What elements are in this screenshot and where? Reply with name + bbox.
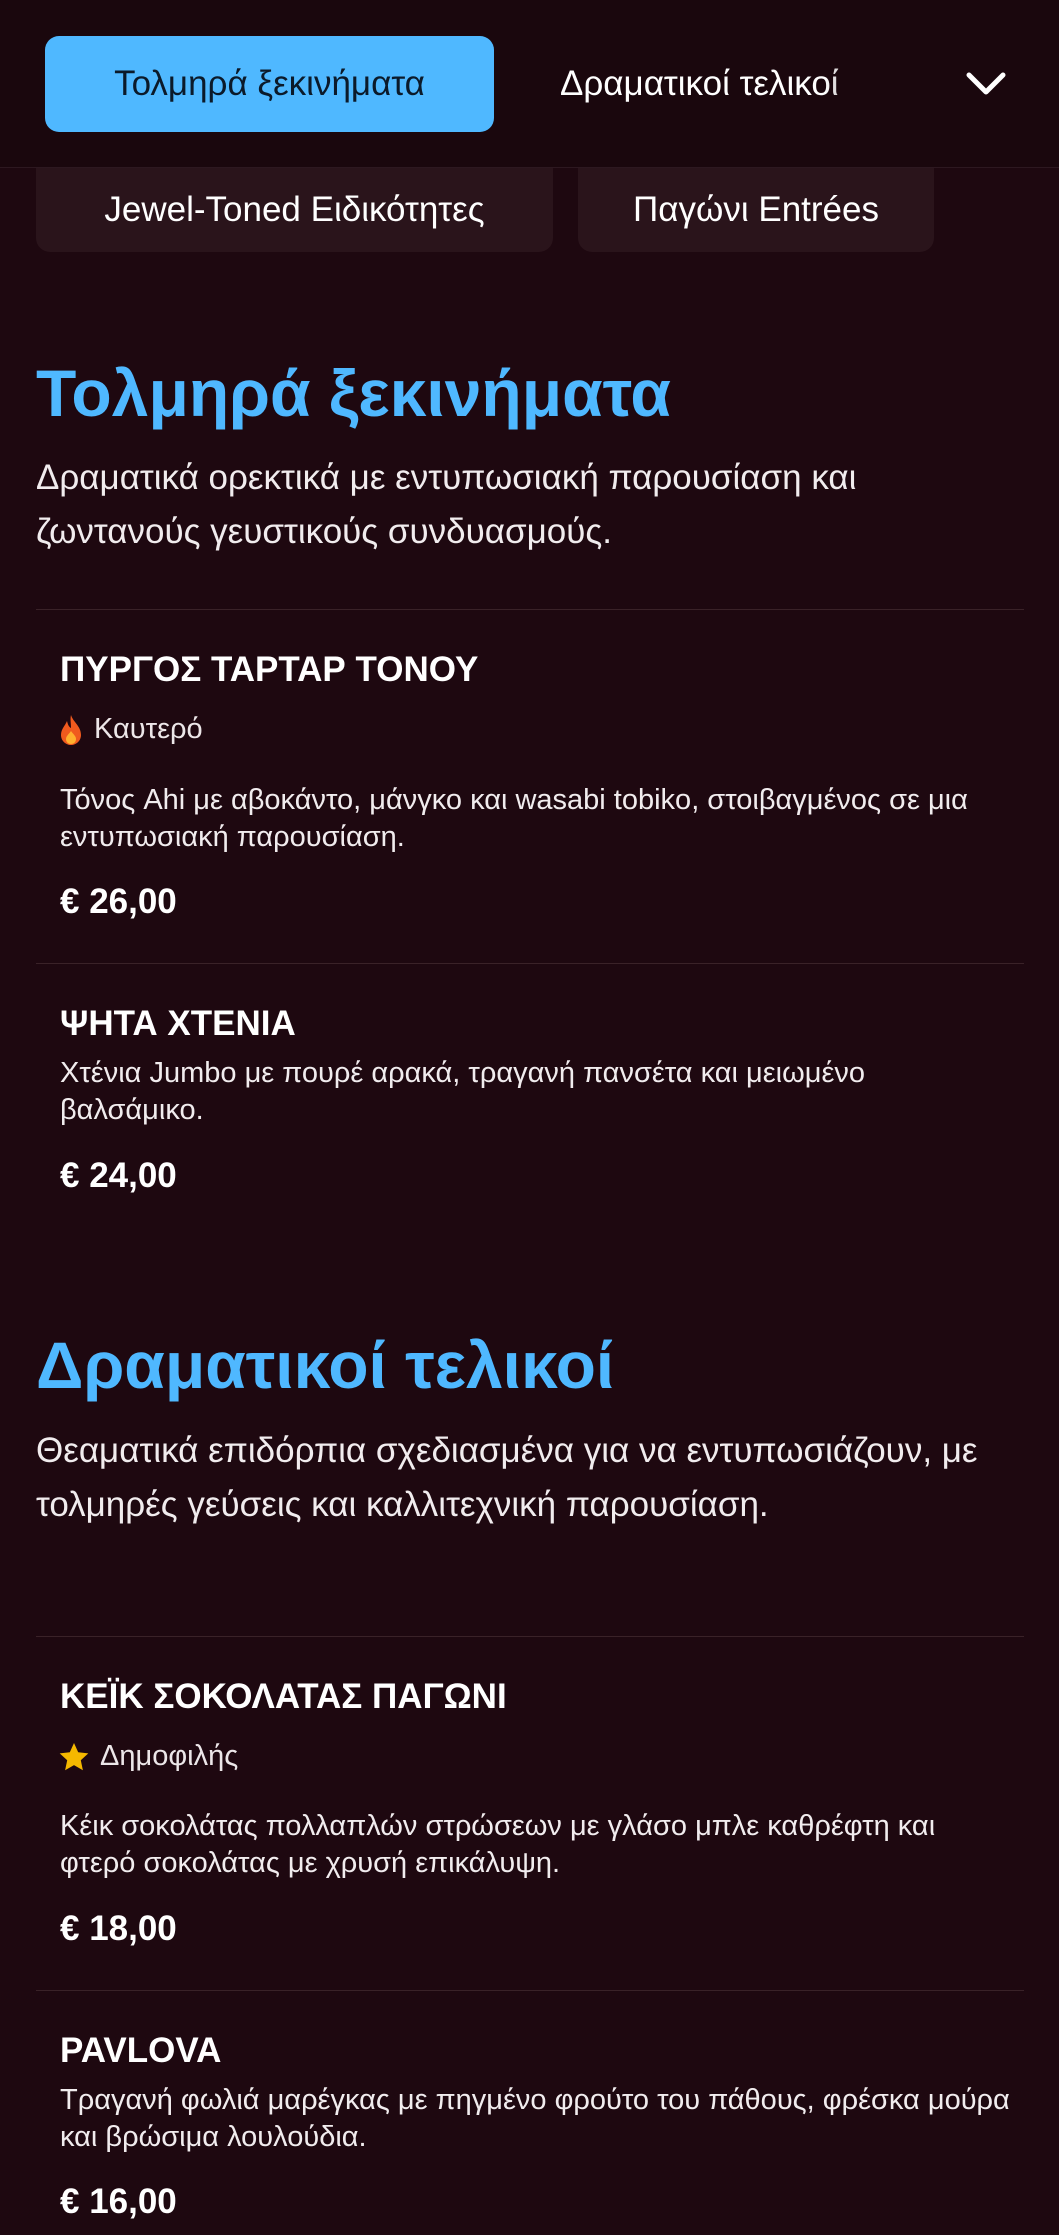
category-tab-bar: Τολμηρά ξεκινήματα Δραματικοί τελικοί xyxy=(0,0,1059,168)
menu-item-name[interactable]: PAVLOVA xyxy=(60,2031,221,2071)
menu-item-price: € 16,00 xyxy=(60,2182,177,2221)
chevron-down-icon[interactable] xyxy=(962,62,1010,106)
menu-item-description: Τόνος Ahi με αβοκάντο, μάνγκο και wasabi… xyxy=(60,784,968,853)
tab-dramatic-finales[interactable]: Δραματικοί τελικοί xyxy=(560,36,900,132)
menu-item-name[interactable]: ΚΕΪΚ ΣΟΚΟΛΑΤΑΣ ΠΑΓΩΝΙ xyxy=(60,1677,507,1717)
menu-item-price: € 24,00 xyxy=(60,1156,177,1195)
menu-item-name[interactable]: ΨΗΤΑ ΧΤΕΝΙΑ xyxy=(60,1004,296,1044)
star-icon xyxy=(59,1742,89,1770)
section-title: Τολμηρά ξεκινήματα xyxy=(36,356,671,430)
section-title: Δραματικοί τελικοί xyxy=(36,1328,615,1402)
divider xyxy=(36,963,1024,964)
menu-item-description: Τραγανή φωλιά μαρέγκας με πηγμένο φρούτο… xyxy=(60,2084,1010,2153)
divider xyxy=(36,1990,1024,1991)
divider xyxy=(36,609,1024,610)
badge-label: Καυτερό xyxy=(94,713,203,745)
menu-item-price: € 26,00 xyxy=(60,882,177,921)
menu-item-description: Χτένια Jumbo με πουρέ αρακά, τραγανή παν… xyxy=(60,1057,866,1126)
section-description: Θεαματικά επιδόρπια σχεδιασμένα για να ε… xyxy=(36,1431,978,1524)
menu-item-description: Κέικ σοκολάτας πολλαπλών στρώσεων με γλά… xyxy=(60,1810,936,1879)
divider xyxy=(36,1636,1024,1637)
badge-label: Δημοφιλής xyxy=(100,1740,239,1772)
menu-item-price: € 18,00 xyxy=(60,1909,177,1948)
tab-bold-starters[interactable]: Τολμηρά ξεκινήματα xyxy=(45,36,494,132)
popular-badge: Δημοφιλής xyxy=(58,1740,238,1773)
section-description: Δραματικά ορεκτικά με εντυπωσιακή παρουσ… xyxy=(36,458,857,551)
category-pill-peacock-entrees[interactable]: Παγώνι Entrées xyxy=(578,168,934,252)
category-pill-jewel-toned[interactable]: Jewel-Toned Ειδικότητες xyxy=(36,168,553,252)
menu-item-name[interactable]: ΠΥΡΓΟΣ ΤΑΡΤΑΡ ΤΟΝΟΥ xyxy=(60,650,478,690)
spicy-badge: Καυτερό xyxy=(58,713,203,746)
flame-icon xyxy=(61,714,81,745)
